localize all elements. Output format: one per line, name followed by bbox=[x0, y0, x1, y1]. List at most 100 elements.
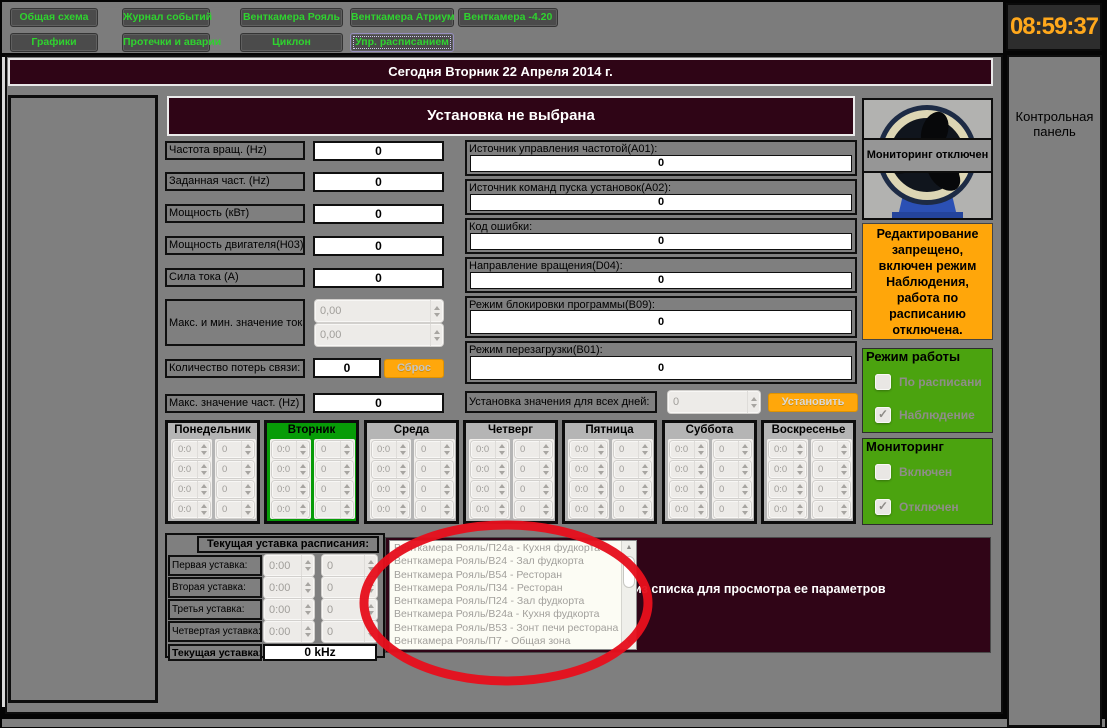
day4-time-spinner-1[interactable]: 0:0 bbox=[471, 441, 508, 458]
topbar-button-r1-1[interactable]: Общая схема bbox=[10, 8, 98, 27]
day3-time-spinner-3[interactable]: 0:0 bbox=[372, 481, 409, 498]
spin-down-icon[interactable] bbox=[300, 491, 306, 495]
spin-up-icon[interactable] bbox=[300, 504, 306, 508]
day6-freq-spinner-1[interactable]: 0 bbox=[714, 441, 751, 458]
connection-loss-value[interactable]: 0 bbox=[313, 358, 381, 378]
spin-down-icon[interactable] bbox=[797, 511, 803, 515]
spin-down-icon[interactable] bbox=[201, 511, 207, 515]
spin-down-icon[interactable] bbox=[642, 471, 648, 475]
spin-up-icon[interactable] bbox=[841, 504, 847, 508]
day3-time-spinner-4[interactable]: 0:0 bbox=[372, 501, 409, 518]
unit-list-item-8[interactable]: Венткамера Рояль/П7 - Общая зона bbox=[390, 635, 621, 648]
day4-freq-spinner-2-arrows[interactable] bbox=[539, 461, 552, 478]
topbar-button-r2-1[interactable]: Графики bbox=[10, 33, 98, 52]
day4-freq-spinner-4[interactable]: 0 bbox=[515, 501, 552, 518]
schedule-time-spinner-1[interactable]: 0:00 bbox=[264, 555, 314, 576]
spin-down-icon[interactable] bbox=[499, 491, 505, 495]
spin-up-icon[interactable] bbox=[698, 484, 704, 488]
topbar-button-r2-3[interactable]: Циклон bbox=[240, 33, 343, 52]
spin-up-icon[interactable] bbox=[201, 464, 207, 468]
spin-down-icon[interactable] bbox=[598, 471, 604, 475]
scroll-down-icon[interactable]: ▼ bbox=[622, 636, 636, 649]
day7-time-spinner-4-arrows[interactable] bbox=[793, 501, 806, 518]
day6-freq-spinner-4[interactable]: 0 bbox=[714, 501, 751, 518]
day6-freq-spinner-3-arrows[interactable] bbox=[738, 481, 751, 498]
schedule-value-spinner-4-arrows[interactable] bbox=[364, 621, 377, 642]
spin-up-icon[interactable] bbox=[344, 484, 350, 488]
spin-down-icon[interactable] bbox=[245, 491, 251, 495]
topbar-button-r1-5[interactable]: Венткамера -4.20 bbox=[458, 8, 558, 27]
day2-time-spinner-2[interactable]: 0:0 bbox=[272, 461, 309, 478]
day2-time-spinner-4[interactable]: 0:0 bbox=[272, 501, 309, 518]
spin-up-icon[interactable] bbox=[368, 604, 374, 608]
spin-down-icon[interactable] bbox=[305, 589, 311, 593]
current-min-spinner-arrows[interactable] bbox=[430, 324, 443, 346]
spin-down-icon[interactable] bbox=[742, 511, 748, 515]
spin-up-icon[interactable] bbox=[642, 464, 648, 468]
day2-time-spinner-1[interactable]: 0:0 bbox=[272, 441, 309, 458]
day5-time-spinner-3[interactable]: 0:0 bbox=[570, 481, 607, 498]
day1-freq-spinner-2-arrows[interactable] bbox=[241, 461, 254, 478]
checkbox-1-2[interactable]: ✓ bbox=[875, 407, 891, 423]
day5-freq-spinner-4-arrows[interactable] bbox=[638, 501, 651, 518]
schedule-time-spinner-3-arrows[interactable] bbox=[301, 599, 314, 620]
spin-up-icon[interactable] bbox=[444, 464, 450, 468]
right-field-value-2[interactable]: 0 bbox=[470, 194, 852, 211]
spin-up-icon[interactable] bbox=[742, 504, 748, 508]
spin-down-icon[interactable] bbox=[201, 471, 207, 475]
spin-down-icon[interactable] bbox=[698, 451, 704, 455]
spin-down-icon[interactable] bbox=[400, 491, 406, 495]
day6-time-spinner-2[interactable]: 0:0 bbox=[670, 461, 707, 478]
spin-down-icon[interactable] bbox=[797, 491, 803, 495]
day1-freq-spinner-2[interactable]: 0 bbox=[217, 461, 254, 478]
spin-up-icon[interactable] bbox=[245, 464, 251, 468]
day4-time-spinner-2-arrows[interactable] bbox=[495, 461, 508, 478]
topbar-button-r1-2[interactable]: Журнал событий bbox=[122, 8, 210, 27]
day5-time-spinner-1[interactable]: 0:0 bbox=[570, 441, 607, 458]
current-max-spinner-arrows[interactable] bbox=[430, 300, 443, 322]
schedule-time-spinner-4-arrows[interactable] bbox=[301, 621, 314, 642]
day1-time-spinner-4-arrows[interactable] bbox=[197, 501, 210, 518]
unit-list-item-6[interactable]: Венткамера Рояль/В24а - Кухня фудкорта bbox=[390, 608, 621, 621]
day4-freq-spinner-1[interactable]: 0 bbox=[515, 441, 552, 458]
topbar-button-r2-2[interactable]: Протечки и аварии bbox=[122, 33, 210, 52]
day7-freq-spinner-4-arrows[interactable] bbox=[837, 501, 850, 518]
spin-down-icon[interactable] bbox=[434, 313, 440, 317]
day2-time-spinner-3-arrows[interactable] bbox=[296, 481, 309, 498]
day4-freq-spinner-1-arrows[interactable] bbox=[539, 441, 552, 458]
spin-up-icon[interactable] bbox=[543, 464, 549, 468]
spin-up-icon[interactable] bbox=[400, 484, 406, 488]
spin-down-icon[interactable] bbox=[400, 471, 406, 475]
day3-time-spinner-2[interactable]: 0:0 bbox=[372, 461, 409, 478]
set-all-days-button[interactable]: Установить bbox=[768, 393, 858, 412]
spin-down-icon[interactable] bbox=[742, 451, 748, 455]
spin-down-icon[interactable] bbox=[368, 633, 374, 637]
spin-down-icon[interactable] bbox=[305, 567, 311, 571]
spin-down-icon[interactable] bbox=[245, 471, 251, 475]
day3-freq-spinner-3[interactable]: 0 bbox=[416, 481, 453, 498]
spin-up-icon[interactable] bbox=[444, 504, 450, 508]
spin-up-icon[interactable] bbox=[305, 604, 311, 608]
day5-freq-spinner-1[interactable]: 0 bbox=[614, 441, 651, 458]
spin-down-icon[interactable] bbox=[305, 633, 311, 637]
day5-freq-spinner-3-arrows[interactable] bbox=[638, 481, 651, 498]
day6-time-spinner-4[interactable]: 0:0 bbox=[670, 501, 707, 518]
left-field-value-3[interactable]: 0 bbox=[313, 204, 444, 224]
spin-up-icon[interactable] bbox=[344, 464, 350, 468]
spin-down-icon[interactable] bbox=[742, 471, 748, 475]
day3-freq-spinner-1[interactable]: 0 bbox=[416, 441, 453, 458]
day5-freq-spinner-3[interactable]: 0 bbox=[614, 481, 651, 498]
spin-up-icon[interactable] bbox=[742, 444, 748, 448]
day6-time-spinner-4-arrows[interactable] bbox=[694, 501, 707, 518]
spin-down-icon[interactable] bbox=[305, 611, 311, 615]
spin-up-icon[interactable] bbox=[305, 582, 311, 586]
spin-up-icon[interactable] bbox=[368, 560, 374, 564]
scroll-up-icon[interactable]: ▲ bbox=[622, 541, 636, 554]
day5-freq-spinner-1-arrows[interactable] bbox=[638, 441, 651, 458]
day6-time-spinner-3-arrows[interactable] bbox=[694, 481, 707, 498]
spin-down-icon[interactable] bbox=[300, 451, 306, 455]
schedule-time-spinner-2[interactable]: 0:00 bbox=[264, 577, 314, 598]
day4-time-spinner-1-arrows[interactable] bbox=[495, 441, 508, 458]
spin-up-icon[interactable] bbox=[305, 626, 311, 630]
day7-freq-spinner-4[interactable]: 0 bbox=[813, 501, 850, 518]
